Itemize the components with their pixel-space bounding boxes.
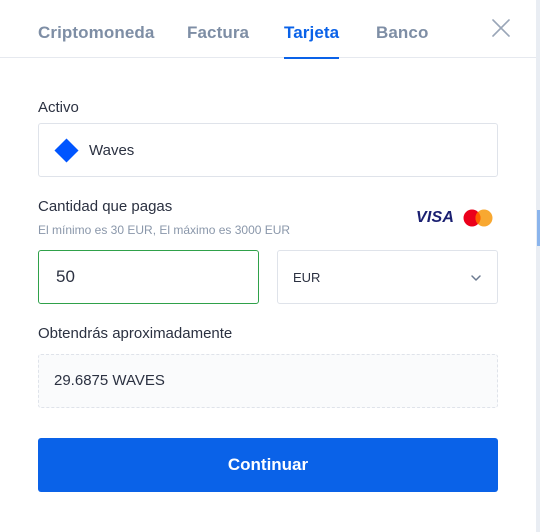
tab-tarjeta[interactable]: Tarjeta	[284, 0, 340, 59]
asset-label: Activo	[38, 99, 79, 116]
tab-factura[interactable]: Factura	[187, 0, 249, 58]
close-icon[interactable]	[490, 17, 512, 39]
result-field: 29.6875 WAVES	[38, 354, 498, 408]
visa-logo: VISA	[416, 209, 455, 226]
chevron-down-icon	[469, 271, 483, 285]
currency-select[interactable]: EUR	[277, 250, 498, 304]
amount-input[interactable]	[39, 251, 258, 303]
payment-modal: Criptomoneda Factura Tarjeta Banco Activ…	[0, 0, 536, 532]
amount-field[interactable]	[38, 250, 259, 304]
amount-limits-hint: El mínimo es 30 EUR, El máximo es 3000 E…	[38, 223, 291, 237]
waves-diamond-icon	[54, 138, 79, 163]
asset-selector[interactable]: Waves	[38, 123, 498, 177]
payment-tabs: Criptomoneda Factura Tarjeta Banco	[0, 0, 536, 59]
amount-label: Cantidad que pagas	[38, 198, 173, 215]
result-label: Obtendrás aproximadamente	[38, 325, 233, 342]
mastercard-icon	[463, 209, 493, 227]
result-value: 29.6875 WAVES	[54, 372, 165, 389]
background-edge	[536, 0, 540, 532]
tab-criptomoneda[interactable]: Criptomoneda	[38, 0, 154, 58]
tab-banco[interactable]: Banco	[376, 0, 428, 58]
continue-button[interactable]: Continuar	[38, 438, 498, 492]
currency-value: EUR	[293, 270, 321, 285]
asset-name: Waves	[89, 142, 135, 159]
